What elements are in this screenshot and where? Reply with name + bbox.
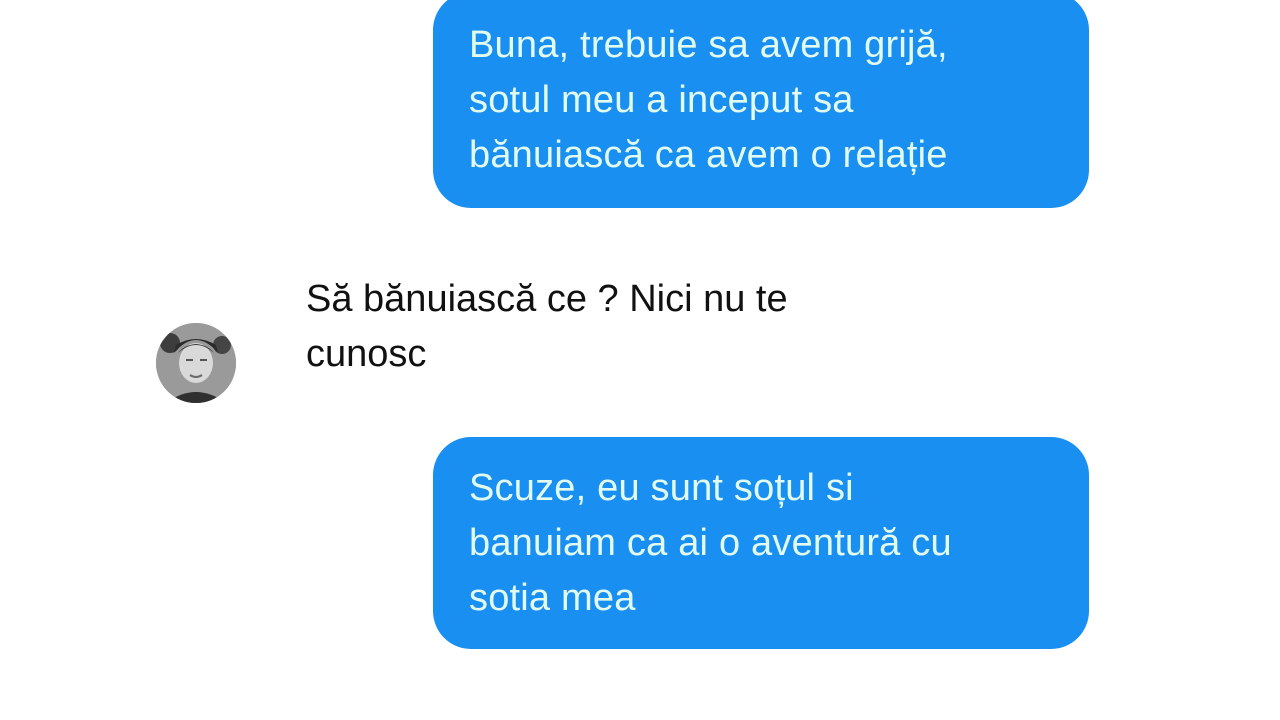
avatar-portrait (156, 323, 236, 403)
user-avatar-icon[interactable] (156, 323, 236, 403)
outgoing-message-bubble[interactable]: Buna, trebuie sa avem grijă, sotul meu a… (433, 0, 1089, 208)
chat-thread: Buna, trebuie sa avem grijă, sotul meu a… (0, 0, 1280, 720)
partially-visible-message (306, 700, 1006, 720)
outgoing-message-bubble[interactable]: Scuze, eu sunt soțul si banuiam ca ai o … (433, 437, 1089, 649)
incoming-message-text[interactable]: Să bănuiască ce ? Nici nu te cunosc (306, 272, 926, 382)
incoming-message-row: Să bănuiască ce ? Nici nu te cunosc (156, 272, 916, 412)
